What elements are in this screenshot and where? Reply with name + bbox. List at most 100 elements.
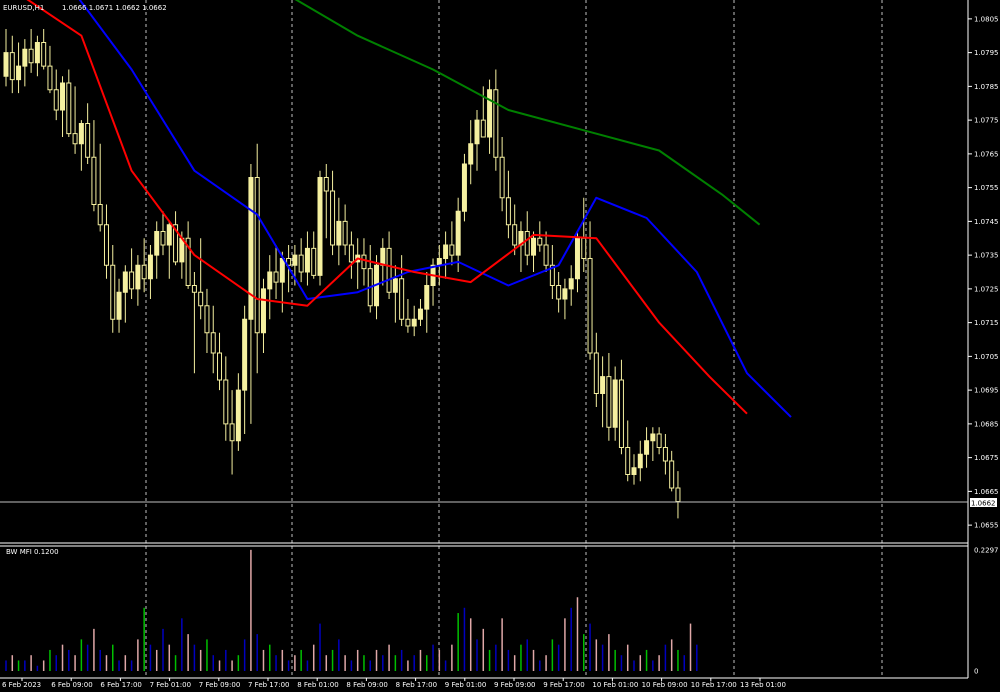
mfi-label: BW MFI 0.1200 (6, 548, 59, 556)
candle-body (311, 247, 317, 276)
candle-body (41, 42, 47, 67)
price-tick-label: 1.0675 (974, 454, 999, 462)
candle-body (361, 254, 367, 270)
candle-body (147, 254, 153, 280)
candle-body (411, 318, 417, 327)
candle-body (675, 487, 681, 502)
candle-body (53, 89, 59, 111)
time-tick-label: 10 Feb 01:00 (592, 681, 638, 689)
candle-body (618, 379, 624, 448)
price-tick-label: 1.0795 (974, 49, 999, 57)
candle-body (210, 332, 216, 354)
candle-body (3, 52, 9, 77)
mfi-tick-label: 0 (974, 668, 978, 676)
candle-body (524, 231, 530, 256)
candle-body (505, 197, 511, 226)
candle-body (160, 231, 166, 246)
candle-body (97, 204, 103, 226)
candle-body (625, 447, 631, 475)
candle-body (487, 89, 493, 138)
candle-body (28, 48, 34, 64)
symbol-label: EURUSD,H1 (3, 4, 44, 12)
candle-body (556, 285, 562, 300)
time-tick-label: 10 Feb 17:00 (691, 681, 737, 689)
candle-body (562, 288, 568, 300)
candle-body (348, 244, 354, 263)
price-tick-label: 1.0735 (974, 252, 999, 260)
candle-body (110, 264, 116, 320)
candle-body (436, 258, 442, 266)
candle-body (229, 423, 235, 442)
candle-body (656, 433, 662, 448)
candle-body (304, 247, 310, 273)
candle-body (637, 453, 643, 469)
candle-body (631, 467, 637, 475)
price-tick-label: 1.0705 (974, 353, 999, 361)
candle-body (581, 237, 587, 259)
price-tick-label: 1.0695 (974, 387, 999, 395)
candle-body (455, 210, 461, 256)
candle-body (405, 318, 411, 327)
price-tick-label: 1.0655 (974, 522, 999, 530)
candle-body (392, 278, 398, 293)
candle-body (34, 42, 40, 64)
background (0, 0, 1000, 692)
candle-body (279, 258, 285, 283)
candle-body (78, 123, 84, 145)
candle-body (47, 65, 53, 91)
candle-body (417, 308, 423, 320)
candle-body (512, 224, 518, 246)
time-tick-label: 7 Feb 01:00 (150, 681, 191, 689)
candle-body (574, 237, 580, 280)
price-tick-label: 1.0685 (974, 420, 999, 428)
candle-body (273, 271, 279, 283)
candle-body (154, 231, 160, 256)
candle-body (531, 237, 537, 256)
time-tick-label: 6 Feb 2023 (2, 681, 41, 689)
candle-body (292, 254, 298, 266)
time-tick-label: 10 Feb 09:00 (642, 681, 688, 689)
candle-body (669, 460, 675, 489)
candle-body (116, 291, 122, 320)
candle-body (298, 254, 304, 273)
time-tick-label: 8 Feb 01:00 (297, 681, 338, 689)
candle-body (537, 237, 543, 246)
candle-body (468, 143, 474, 165)
candle-body (248, 177, 254, 320)
candle-body (16, 65, 22, 81)
candle-body (242, 318, 248, 391)
price-tick-label: 1.0725 (974, 285, 999, 293)
candle-body (386, 247, 392, 293)
candle-body (129, 271, 135, 290)
candle-body (449, 244, 455, 256)
candle-body (593, 352, 599, 394)
candle-body (72, 133, 78, 145)
chart-root: 1.0805 1.0795 1.0785 1.0775 1.0765 1.0755 1.07… (0, 0, 1000, 692)
time-tick-label: 6 Feb 17:00 (100, 681, 141, 689)
candle-body (443, 244, 449, 259)
candle-body (223, 379, 229, 425)
candle-body (543, 244, 549, 266)
candle-body (141, 264, 147, 280)
candle-body (9, 52, 15, 81)
candle-body (235, 389, 241, 442)
candle-body (499, 156, 505, 199)
candle-body (612, 379, 618, 428)
price-tick-label: 1.0775 (974, 117, 999, 125)
candle-body (650, 433, 656, 442)
candle-body (474, 119, 480, 145)
candle-body (267, 271, 273, 290)
candle-body (606, 376, 612, 428)
candle-body (217, 352, 223, 381)
price-tick-label: 1.0715 (974, 319, 999, 327)
candle-body (317, 177, 323, 276)
candle-body (342, 220, 348, 246)
price-tick-label: 1.0785 (974, 83, 999, 91)
candle-body (644, 440, 650, 455)
candle-body (336, 220, 342, 246)
candle-body (399, 278, 405, 320)
candle-body (135, 264, 141, 290)
time-tick-label: 6 Feb 09:00 (51, 681, 92, 689)
price-tick-label: 1.0665 (974, 488, 999, 496)
candle-body (380, 247, 386, 266)
